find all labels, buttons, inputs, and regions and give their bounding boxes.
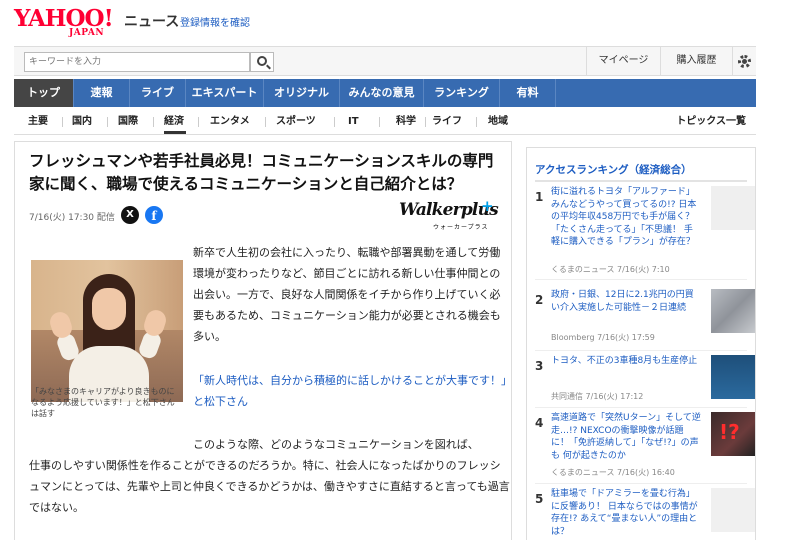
- walkerplus-logo[interactable]: Walkerplus + ウォーカープラス: [399, 197, 499, 232]
- search-icon: [257, 56, 267, 66]
- media-plus: +: [481, 197, 494, 215]
- ranking-thumbnail[interactable]: [711, 355, 755, 399]
- category-separator: [198, 117, 199, 127]
- main-nav-tab[interactable]: 有料: [500, 79, 556, 107]
- article-paragraph: 新卒で人生初の会社に入ったり、転職や部署異動を通して労働環境が変わったりなど、節…: [193, 246, 501, 343]
- ranking-number: 3: [535, 359, 544, 373]
- ranking-item[interactable]: 3 トヨタ、不正の3車種8月も生産停止共同通信 7/16(火) 17:12: [527, 353, 755, 408]
- ranking-number: 5: [535, 492, 544, 506]
- ranking-number: 4: [535, 416, 544, 430]
- ranking-item[interactable]: 5 駐車場で「ドアミラーを畳む行為」に反響あり！ 日本ならではの事情が存在!? あ…: [527, 486, 755, 540]
- category-separator: [476, 117, 477, 127]
- category-tab[interactable]: 経済: [164, 109, 186, 134]
- ranking-headline[interactable]: トヨタ、不正の3車種8月も生産停止: [551, 355, 701, 368]
- main-nav-tab[interactable]: みんなの意見: [340, 79, 424, 107]
- ranking-number: 1: [535, 190, 544, 204]
- category-separator: [334, 117, 335, 127]
- ranking-thumbnail[interactable]: !?: [711, 412, 755, 456]
- ranking-source: くるまのニュース 7/16(火) 7:10: [551, 265, 670, 274]
- main-nav-tab[interactable]: ランキング: [424, 79, 500, 107]
- main-nav: トップ 速報 ライブ エキスパート オリジナル みんなの意見 ランキング 有料: [14, 79, 756, 107]
- category-separator: [425, 117, 426, 127]
- category-tab[interactable]: 科学: [396, 109, 418, 134]
- ranking-divider: [535, 350, 747, 351]
- main-nav-tab[interactable]: ライブ: [130, 79, 186, 107]
- main-nav-tab[interactable]: エキスパート: [186, 79, 264, 107]
- category-tab[interactable]: エンタメ: [210, 109, 254, 134]
- search-input[interactable]: [24, 52, 250, 72]
- mypage-link[interactable]: マイページ: [586, 47, 660, 75]
- article-photo[interactable]: [31, 260, 183, 402]
- category-separator: [379, 117, 380, 127]
- paragraph-rest: 仕事のしやすい関係性を作ることができるのだろうか。特に、社会人になったばかりのフ…: [29, 459, 510, 514]
- article-paragraph-2: このような際、どのようなコミュニケーションを図れば、 仕事のしやすい関係性を作る…: [29, 434, 511, 518]
- register-info-link[interactable]: 登録情報を確認: [180, 14, 250, 29]
- media-kana: ウォーカープラス: [433, 224, 489, 231]
- ranking-title[interactable]: アクセスランキング（経済総合）: [535, 162, 692, 177]
- article-panel: フレッシュマンや若手社員必見！コミュニケーションスキルの専門家に聞く、職場で使え…: [14, 141, 512, 540]
- category-tab[interactable]: 国内: [72, 109, 96, 134]
- facebook-share-icon[interactable]: f: [145, 206, 163, 224]
- settings-button[interactable]: [732, 47, 756, 75]
- topics-list-link[interactable]: トピックス一覧: [676, 109, 746, 134]
- thumbnail-mark: !?: [719, 420, 740, 444]
- ranking-number: 2: [535, 293, 544, 307]
- ranking-thumbnail[interactable]: [711, 186, 755, 230]
- ranking-thumbnail[interactable]: [711, 289, 755, 333]
- paragraph-line: このような際、どのようなコミュニケーションを図れば、: [193, 438, 479, 451]
- search-bar: マイページ 購入履歴: [14, 46, 756, 76]
- category-separator: [265, 117, 266, 127]
- photo-face: [92, 288, 126, 330]
- ranking-source: Bloomberg 7/16(火) 17:59: [551, 333, 655, 342]
- service-name[interactable]: ニュース: [124, 11, 179, 31]
- category-tab[interactable]: 主要: [28, 109, 52, 134]
- photo-caption: 「みなさまのキャリアがより良きものになるよう応援しています！」と松下さんは話す: [31, 387, 175, 418]
- main-nav-tab[interactable]: オリジナル: [264, 79, 340, 107]
- ranking-headline[interactable]: 高速道路で「突然Uターン」そして逆走…!? NEXCOの衝撃映像が話題に！「免許…: [551, 412, 701, 462]
- ranking-thumbnail[interactable]: [711, 488, 755, 532]
- gear-icon: [738, 55, 751, 68]
- x-share-icon[interactable]: X: [121, 206, 139, 224]
- ranking-item[interactable]: 4 高速道路で「突然Uターン」そして逆走…!? NEXCOの衝撃映像が話題に！「免…: [527, 410, 755, 484]
- yahoo-japan-logo[interactable]: YAHOO! JAPAN: [14, 6, 122, 40]
- access-ranking: アクセスランキング（経済総合） 1 街に溢れるトヨタ「アルファード」みんなどうやっ…: [526, 147, 756, 540]
- ranking-item[interactable]: 2 政府・日銀、12日に2.1兆円の円買い介入実施した可能性－２日連続 Bloomb…: [527, 287, 755, 351]
- ranking-source: くるまのニュース 7/16(火) 16:40: [551, 468, 675, 477]
- ranking-headline[interactable]: 政府・日銀、12日に2.1兆円の円買い介入実施した可能性－２日連続: [551, 289, 701, 314]
- ranking-divider: [535, 483, 747, 484]
- ranking-source: 共同通信 7/16(火) 17:12: [551, 392, 644, 401]
- logo-sub: JAPAN: [69, 28, 105, 38]
- ranking-headline[interactable]: 駐車場で「ドアミラーを畳む行為」に反響あり！ 日本ならではの事情が存在!? あえ…: [551, 488, 701, 538]
- ranking-divider: [535, 279, 747, 280]
- ranking-divider: [535, 180, 747, 182]
- main-nav-tab[interactable]: 速報: [74, 79, 130, 107]
- category-tab[interactable]: IT: [348, 109, 362, 134]
- category-separator: [62, 117, 63, 127]
- category-separator: [153, 117, 154, 127]
- search-button[interactable]: [250, 52, 274, 72]
- category-tab[interactable]: 国際: [118, 109, 142, 134]
- article-title[interactable]: フレッシュマンや若手社員必見！コミュニケーションスキルの専門家に聞く、職場で使え…: [29, 150, 505, 196]
- category-tab[interactable]: 地域: [488, 109, 510, 134]
- main-nav-tab[interactable]: トップ: [14, 79, 74, 107]
- category-nav: トピックス一覧 主要 国内 国際 経済 エンタメ スポーツ IT 科学 ライフ 地域: [14, 109, 756, 135]
- purchase-history-link[interactable]: 購入履歴: [660, 47, 732, 75]
- category-tab[interactable]: スポーツ: [276, 109, 320, 134]
- ranking-item[interactable]: 1 街に溢れるトヨタ「アルファード」みんなどうやって買ってるの!? 日本の平均年収…: [527, 184, 755, 280]
- category-tab[interactable]: ライフ: [432, 109, 464, 134]
- article-date: 7/16(火) 17:30 配信: [29, 213, 115, 223]
- ranking-headline[interactable]: 街に溢れるトヨタ「アルファード」みんなどうやって買ってるの!? 日本の平均年収4…: [551, 186, 701, 249]
- article-quote: 「新人時代は、自分から積極的に話しかけることが大事です！」と松下さん: [193, 374, 507, 408]
- ranking-divider: [535, 407, 747, 408]
- category-separator: [107, 117, 108, 127]
